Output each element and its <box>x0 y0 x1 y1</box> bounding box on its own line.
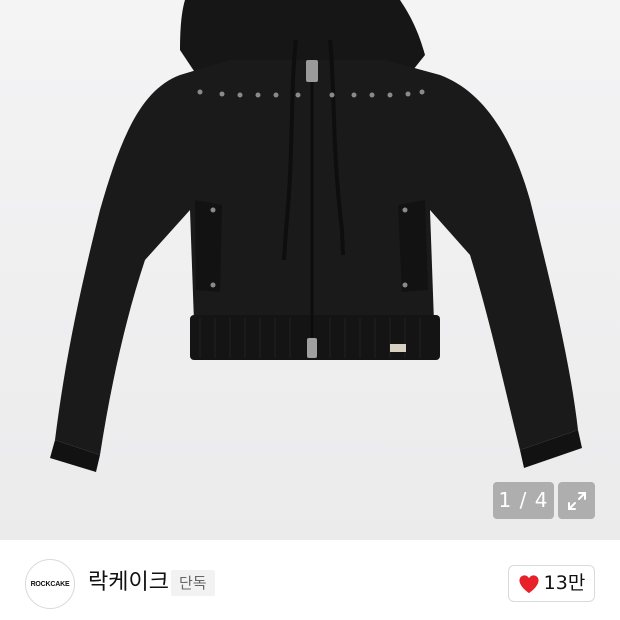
product-image <box>50 0 582 472</box>
like-count: 13만 <box>543 572 586 594</box>
brand-logo[interactable]: ROCKCAKE <box>25 559 75 609</box>
like-button[interactable]: 13만 <box>508 565 595 602</box>
image-page-counter: 1 / 4 <box>493 482 554 519</box>
exclusive-badge: 단독 <box>171 570 215 596</box>
brand-bar: ROCKCAKE 락케이크 단독 13만 <box>0 540 620 620</box>
heart-icon <box>519 574 539 593</box>
expand-image-button[interactable] <box>558 482 595 519</box>
product-image-gallery[interactable]: 1 / 4 <box>0 0 620 540</box>
brand-name[interactable]: 락케이크 <box>88 568 169 598</box>
expand-arrows-icon <box>567 491 586 510</box>
brand-logo-text: ROCKCAKE <box>30 580 70 588</box>
